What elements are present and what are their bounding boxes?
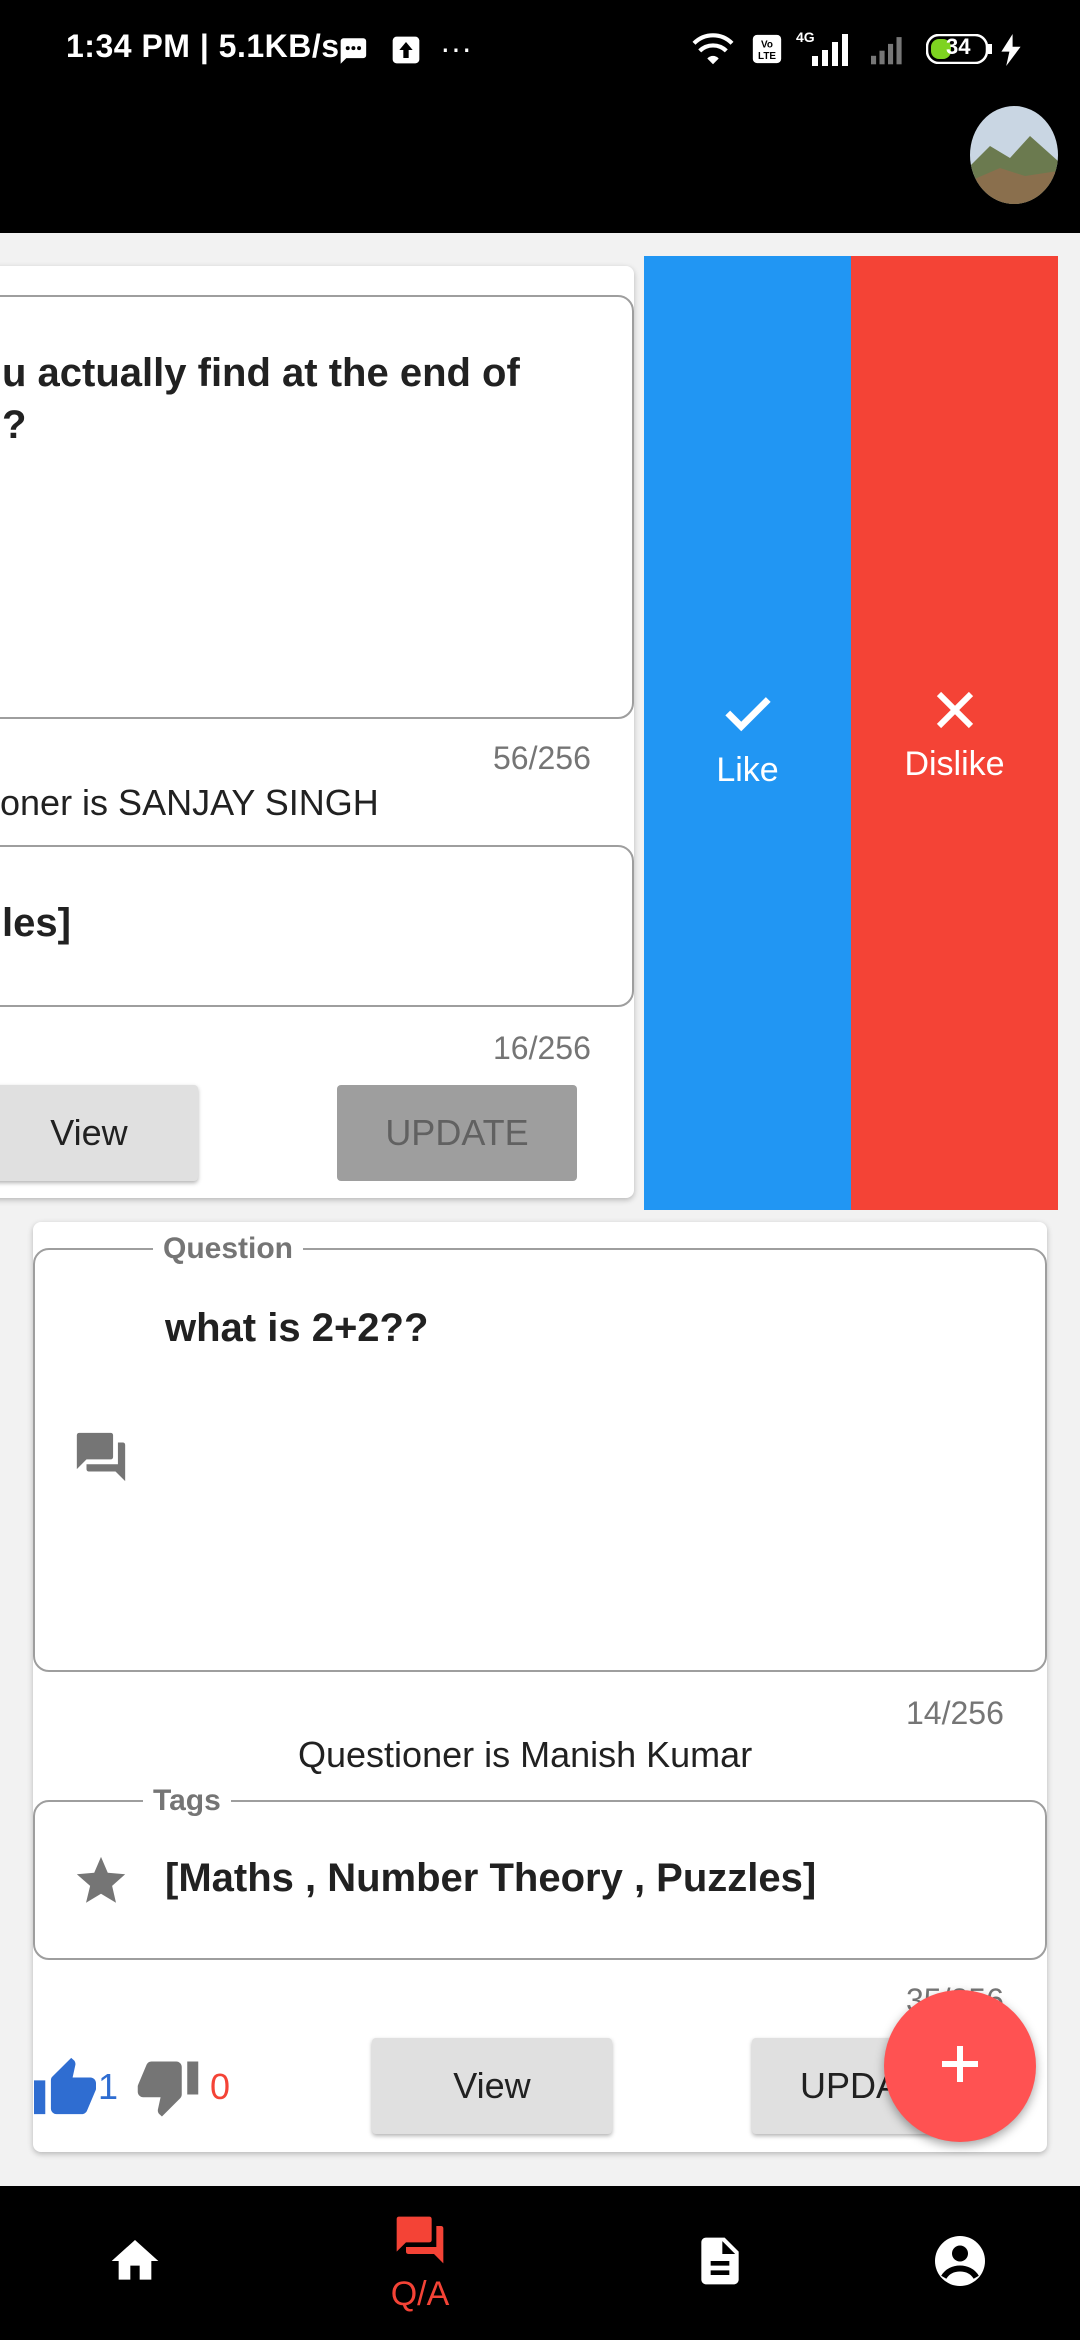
volte-icon: Vo LTE	[750, 32, 784, 71]
battery-level: 34	[946, 34, 971, 59]
nav-label-qa: Q/A	[390, 2275, 450, 2313]
svg-text:4G: 4G	[796, 29, 815, 45]
questioner-label: oner is SANJAY SINGH	[0, 782, 379, 823]
star-icon	[71, 1852, 131, 1915]
add-question-button[interactable]	[884, 1990, 1036, 2142]
questioner-label: Questioner is Manish Kumar	[298, 1734, 753, 1775]
message-icon	[334, 34, 370, 73]
thumbs-down-icon[interactable]	[135, 2058, 201, 2125]
plus-icon	[936, 2040, 984, 2093]
question-counter: 56/256	[493, 740, 591, 776]
like-label: Like	[716, 751, 779, 789]
upload-icon	[390, 34, 422, 71]
question-field[interactable]: u actually find at the end of ?	[0, 295, 634, 719]
bottom-navigation: Q/A	[0, 2186, 1080, 2340]
dislike-label: Dislike	[904, 745, 1005, 783]
view-button[interactable]: View	[0, 1085, 198, 1181]
account-icon	[930, 2231, 990, 2296]
update-button-label: UPDATE	[385, 1112, 529, 1153]
document-icon	[692, 2231, 748, 2296]
nav-item-account[interactable]	[825, 2186, 1080, 2340]
question-field[interactable]: Question what is 2+2??	[33, 1232, 1047, 1672]
question-answer-icon	[71, 1428, 131, 1491]
nav-item-qa[interactable]: Q/A	[285, 2186, 555, 2340]
more-icon: ···	[440, 30, 472, 66]
nav-item-home[interactable]	[0, 2186, 270, 2340]
tags-text: les]	[2, 901, 71, 945]
status-bar: 1:34 PM | 5.1KB/s ··· Vo LTE 4G 34	[0, 0, 1080, 100]
check-icon	[721, 697, 775, 744]
tags-legend: Tags	[143, 1784, 231, 1818]
forum-icon	[390, 2212, 450, 2273]
charging-icon	[1000, 34, 1022, 71]
svg-text:Vo: Vo	[761, 40, 773, 51]
dislike-action[interactable]: Dislike	[851, 256, 1058, 1210]
question-text: u actually find at the end of ?	[2, 351, 520, 447]
likes-count: 1	[98, 2066, 119, 2107]
tags-field[interactable]: Tags [Maths , Number Theory , Puzzles]	[33, 1784, 1047, 1960]
page-title: Question	[45, 129, 271, 187]
tags-counter: 16/256	[493, 1030, 591, 1066]
tags-field[interactable]: les]	[0, 845, 634, 1007]
close-icon	[931, 691, 979, 738]
dislikes-count: 0	[210, 2066, 231, 2107]
update-button: UPDATE	[337, 1085, 577, 1181]
status-time-speed: 1:34 PM | 5.1KB/s	[66, 28, 340, 64]
question-counter: 14/256	[906, 1695, 1004, 1731]
svg-text:LTE: LTE	[758, 51, 776, 62]
nav-item-documents[interactable]	[585, 2186, 855, 2340]
signal-weak-icon	[866, 32, 910, 71]
signal-icon: 4G	[796, 28, 856, 73]
home-icon	[105, 2233, 165, 2294]
like-action[interactable]: Like	[644, 256, 851, 1210]
question-legend: Question	[153, 1232, 304, 1266]
view-button[interactable]: View	[372, 2038, 612, 2134]
avatar[interactable]	[970, 106, 1058, 204]
tags-text: [Maths , Number Theory , Puzzles]	[165, 1856, 817, 1900]
thumbs-up-icon[interactable]	[30, 2055, 100, 2122]
wifi-icon	[690, 30, 736, 73]
view-button-label: View	[50, 1112, 128, 1153]
question-text: what is 2+2??	[165, 1306, 429, 1350]
view-button-label: View	[453, 2065, 531, 2106]
